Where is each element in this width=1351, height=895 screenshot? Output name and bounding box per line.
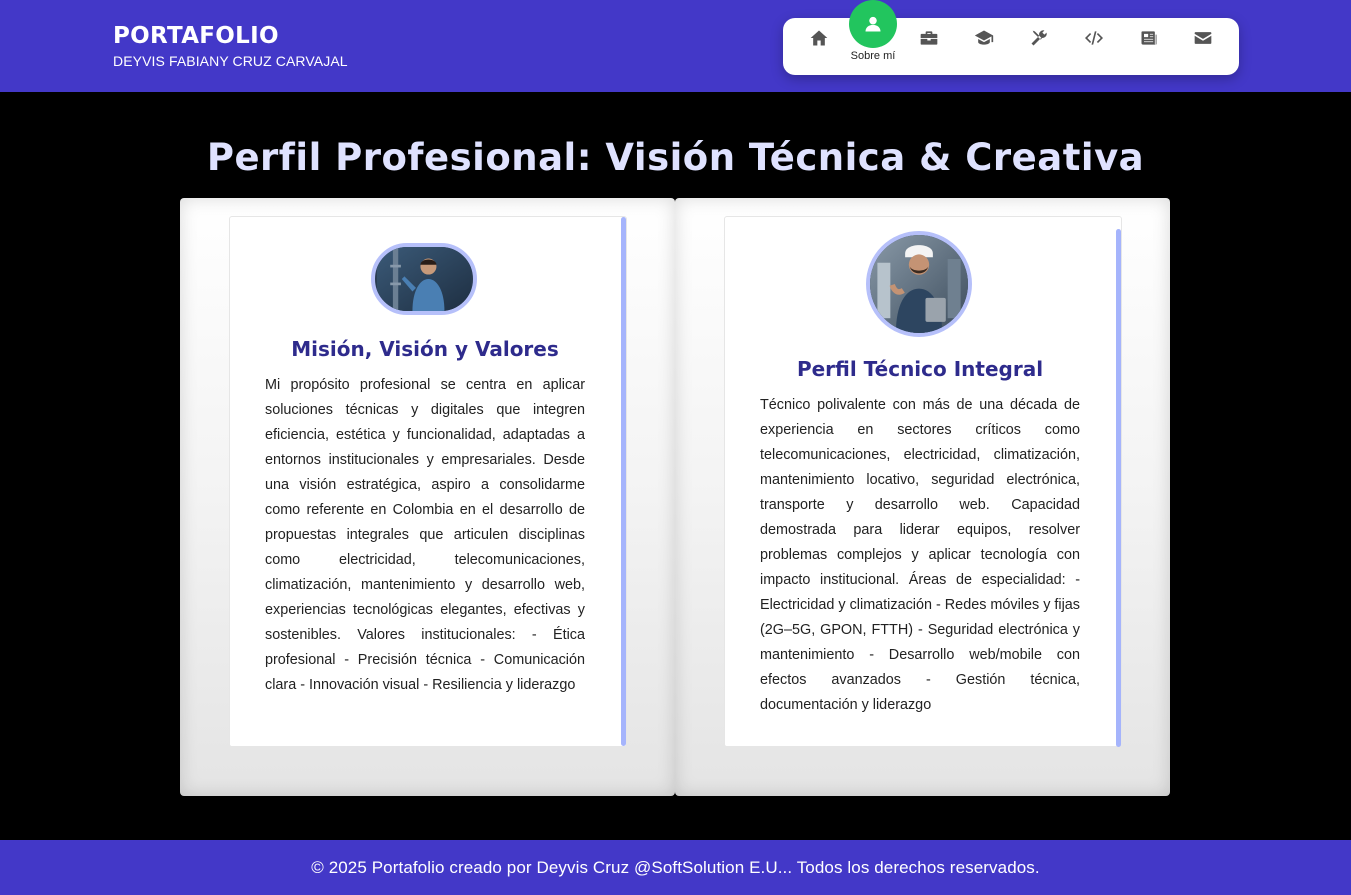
brand-subtitle: DEYVIS FABIANY CRUZ CARVAJAL — [113, 53, 348, 69]
nav-projects[interactable] — [1074, 18, 1114, 58]
profile-photo — [866, 231, 972, 337]
home-icon — [810, 30, 828, 46]
envelope-icon — [1194, 32, 1212, 44]
profile-photo — [371, 243, 477, 315]
header: PORTAFOLIO DEYVIS FABIANY CRUZ CARVAJAL … — [0, 0, 1351, 92]
technician-photo-illustration — [870, 235, 968, 333]
nav-skills[interactable] — [1019, 18, 1059, 58]
person-photo-illustration — [376, 247, 472, 311]
tools-icon — [1031, 30, 1047, 46]
nav-about[interactable] — [849, 0, 897, 48]
book-page-left[interactable]: Misión, Visión y Valores Mi propósito pr… — [180, 198, 675, 796]
nav-education[interactable] — [964, 18, 1004, 58]
card-text: Técnico polivalente con más de una décad… — [760, 397, 1080, 713]
nav-blog[interactable] — [1129, 18, 1169, 58]
card-accent-bar — [621, 217, 626, 746]
nav-bar: Sobre mí — [783, 0, 1239, 75]
card-title: Misión, Visión y Valores — [291, 337, 559, 361]
mission-card: Misión, Visión y Valores Mi propósito pr… — [229, 216, 627, 747]
footer-copyright: © 2025 Portafolio creado por Deyvis Cruz… — [311, 857, 1040, 877]
newspaper-icon — [1141, 31, 1157, 45]
card-title: Perfil Técnico Integral — [796, 357, 1044, 381]
graduation-cap-icon — [974, 30, 994, 45]
briefcase-icon — [920, 31, 938, 45]
nav-experience[interactable] — [909, 18, 949, 58]
card-accent-bar — [1116, 229, 1121, 747]
brand-title: PORTAFOLIO — [113, 23, 279, 49]
nav-contact[interactable] — [1183, 18, 1223, 58]
user-icon — [865, 16, 881, 32]
brand[interactable]: PORTAFOLIO DEYVIS FABIANY CRUZ CARVAJAL — [113, 22, 348, 70]
footer: © 2025 Portafolio creado por Deyvis Cruz… — [0, 840, 1351, 895]
page-title: Perfil Profesional: Visión Técnica & Cre… — [206, 136, 1145, 179]
card-text: Mi propósito profesional se centra en ap… — [265, 377, 585, 693]
nav-about-label[interactable]: Sobre mí — [843, 50, 903, 62]
technical-profile-card: Perfil Técnico Integral Técnico polivale… — [724, 216, 1122, 747]
nav-home[interactable] — [799, 18, 839, 58]
book-page-right[interactable]: Perfil Técnico Integral Técnico polivale… — [675, 198, 1170, 796]
code-icon — [1085, 31, 1103, 45]
